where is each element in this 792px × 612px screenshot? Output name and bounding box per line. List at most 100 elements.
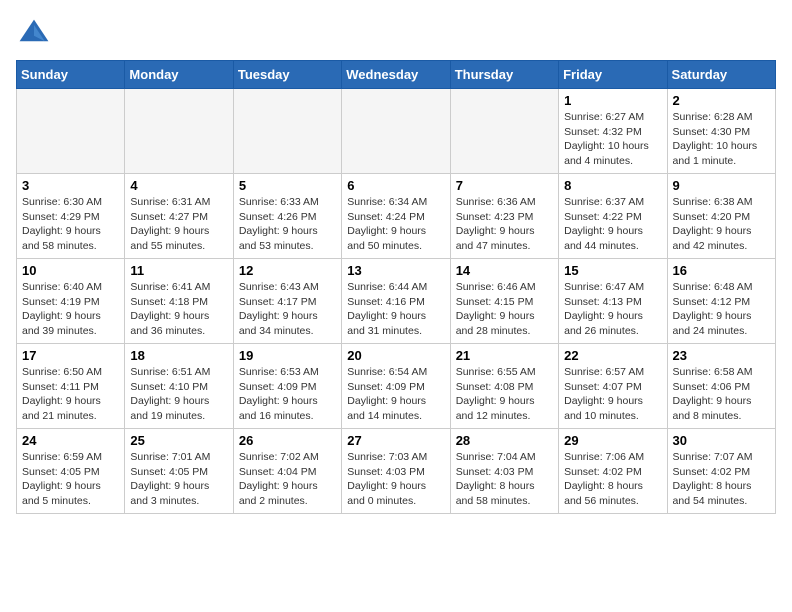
- calendar-cell: [450, 89, 558, 174]
- day-info: Sunrise: 6:46 AM Sunset: 4:15 PM Dayligh…: [456, 280, 553, 339]
- day-info: Sunrise: 6:27 AM Sunset: 4:32 PM Dayligh…: [564, 110, 661, 169]
- day-number: 15: [564, 263, 661, 278]
- calendar-cell: 30 Sunrise: 7:07 AM Sunset: 4:02 PM Dayli…: [667, 429, 775, 514]
- weekday-header-monday: Monday: [125, 61, 233, 89]
- calendar-cell: 25Sunrise: 7:01 AM Sunset: 4:05 PM Dayli…: [125, 429, 233, 514]
- calendar-cell: 8 Sunrise: 6:37 AM Sunset: 4:22 PM Daylig…: [559, 174, 667, 259]
- day-info: Sunrise: 6:34 AM Sunset: 4:24 PM Dayligh…: [347, 195, 444, 254]
- calendar-cell: 11 Sunrise: 6:41 AM Sunset: 4:18 PM Dayli…: [125, 259, 233, 344]
- calendar-cell: 14 Sunrise: 6:46 AM Sunset: 4:15 PM Dayli…: [450, 259, 558, 344]
- day-info: Sunrise: 6:37 AM Sunset: 4:22 PM Dayligh…: [564, 195, 661, 254]
- day-info: Sunrise: 6:53 AM Sunset: 4:09 PM Dayligh…: [239, 365, 336, 424]
- day-number: 28: [456, 433, 553, 448]
- day-number: 17: [22, 348, 119, 363]
- weekday-header-sunday: Sunday: [17, 61, 125, 89]
- day-info: Sunrise: 6:40 AM Sunset: 4:19 PM Dayligh…: [22, 280, 119, 339]
- weekday-header-friday: Friday: [559, 61, 667, 89]
- weekday-header-row: SundayMondayTuesdayWednesdayThursdayFrid…: [17, 61, 776, 89]
- day-number: 20: [347, 348, 444, 363]
- day-number: 29: [564, 433, 661, 448]
- calendar-cell: 22Sunrise: 6:57 AM Sunset: 4:07 PM Dayli…: [559, 344, 667, 429]
- calendar-cell: [342, 89, 450, 174]
- day-info: Sunrise: 6:59 AM Sunset: 4:05 PM Dayligh…: [22, 450, 119, 509]
- day-number: 10: [22, 263, 119, 278]
- day-number: 14: [456, 263, 553, 278]
- day-info: Sunrise: 6:55 AM Sunset: 4:08 PM Dayligh…: [456, 365, 553, 424]
- day-number: 7: [456, 178, 553, 193]
- calendar-cell: 18 Sunrise: 6:51 AM Sunset: 4:10 PM Dayli…: [125, 344, 233, 429]
- calendar-cell: 15 Sunrise: 6:47 AM Sunset: 4:13 PM Dayli…: [559, 259, 667, 344]
- logo: [16, 16, 56, 52]
- calendar-week-3: 10 Sunrise: 6:40 AM Sunset: 4:19 PM Dayli…: [17, 259, 776, 344]
- day-info: Sunrise: 6:57 AM Sunset: 4:07 PM Dayligh…: [564, 365, 661, 424]
- header: [16, 16, 776, 52]
- calendar-cell: 17 Sunrise: 6:50 AM Sunset: 4:11 PM Dayli…: [17, 344, 125, 429]
- calendar-cell: 23 Sunrise: 6:58 AM Sunset: 4:06 PM Dayli…: [667, 344, 775, 429]
- day-info: Sunrise: 7:03 AM Sunset: 4:03 PM Dayligh…: [347, 450, 444, 509]
- calendar-cell: 20 Sunrise: 6:54 AM Sunset: 4:09 PM Dayli…: [342, 344, 450, 429]
- day-number: 26: [239, 433, 336, 448]
- day-number: 19: [239, 348, 336, 363]
- calendar-cell: [125, 89, 233, 174]
- calendar-week-1: 1Sunrise: 6:27 AM Sunset: 4:32 PM Daylig…: [17, 89, 776, 174]
- day-info: Sunrise: 6:44 AM Sunset: 4:16 PM Dayligh…: [347, 280, 444, 339]
- calendar-week-2: 3 Sunrise: 6:30 AM Sunset: 4:29 PM Daylig…: [17, 174, 776, 259]
- calendar-table: SundayMondayTuesdayWednesdayThursdayFrid…: [16, 60, 776, 514]
- day-number: 16: [673, 263, 770, 278]
- calendar-cell: 5 Sunrise: 6:33 AM Sunset: 4:26 PM Daylig…: [233, 174, 341, 259]
- day-number: 3: [22, 178, 119, 193]
- calendar-cell: 2 Sunrise: 6:28 AM Sunset: 4:30 PM Daylig…: [667, 89, 775, 174]
- day-number: 8: [564, 178, 661, 193]
- day-number: 21: [456, 348, 553, 363]
- day-info: Sunrise: 6:58 AM Sunset: 4:06 PM Dayligh…: [673, 365, 770, 424]
- calendar-cell: 9 Sunrise: 6:38 AM Sunset: 4:20 PM Daylig…: [667, 174, 775, 259]
- calendar-cell: 10 Sunrise: 6:40 AM Sunset: 4:19 PM Dayli…: [17, 259, 125, 344]
- weekday-header-wednesday: Wednesday: [342, 61, 450, 89]
- day-number: 18: [130, 348, 227, 363]
- day-info: Sunrise: 6:51 AM Sunset: 4:10 PM Dayligh…: [130, 365, 227, 424]
- calendar-cell: 19 Sunrise: 6:53 AM Sunset: 4:09 PM Dayli…: [233, 344, 341, 429]
- day-info: Sunrise: 6:28 AM Sunset: 4:30 PM Dayligh…: [673, 110, 770, 169]
- weekday-header-tuesday: Tuesday: [233, 61, 341, 89]
- calendar-cell: 3 Sunrise: 6:30 AM Sunset: 4:29 PM Daylig…: [17, 174, 125, 259]
- day-number: 23: [673, 348, 770, 363]
- day-info: Sunrise: 6:36 AM Sunset: 4:23 PM Dayligh…: [456, 195, 553, 254]
- day-info: Sunrise: 7:02 AM Sunset: 4:04 PM Dayligh…: [239, 450, 336, 509]
- day-number: 25: [130, 433, 227, 448]
- day-number: 2: [673, 93, 770, 108]
- day-number: 24: [22, 433, 119, 448]
- calendar-cell: 24 Sunrise: 6:59 AM Sunset: 4:05 PM Dayli…: [17, 429, 125, 514]
- day-info: Sunrise: 7:07 AM Sunset: 4:02 PM Dayligh…: [673, 450, 770, 509]
- calendar-cell: 7 Sunrise: 6:36 AM Sunset: 4:23 PM Daylig…: [450, 174, 558, 259]
- day-number: 6: [347, 178, 444, 193]
- calendar-cell: 1Sunrise: 6:27 AM Sunset: 4:32 PM Daylig…: [559, 89, 667, 174]
- day-number: 13: [347, 263, 444, 278]
- calendar-cell: 27Sunrise: 7:03 AM Sunset: 4:03 PM Dayli…: [342, 429, 450, 514]
- logo-icon: [16, 16, 52, 52]
- calendar-cell: 21 Sunrise: 6:55 AM Sunset: 4:08 PM Dayli…: [450, 344, 558, 429]
- day-info: Sunrise: 6:30 AM Sunset: 4:29 PM Dayligh…: [22, 195, 119, 254]
- day-number: 11: [130, 263, 227, 278]
- day-info: Sunrise: 6:43 AM Sunset: 4:17 PM Dayligh…: [239, 280, 336, 339]
- weekday-header-thursday: Thursday: [450, 61, 558, 89]
- calendar-cell: 29Sunrise: 7:06 AM Sunset: 4:02 PM Dayli…: [559, 429, 667, 514]
- weekday-header-saturday: Saturday: [667, 61, 775, 89]
- day-info: Sunrise: 6:48 AM Sunset: 4:12 PM Dayligh…: [673, 280, 770, 339]
- day-number: 5: [239, 178, 336, 193]
- calendar-cell: 13 Sunrise: 6:44 AM Sunset: 4:16 PM Dayli…: [342, 259, 450, 344]
- day-info: Sunrise: 6:50 AM Sunset: 4:11 PM Dayligh…: [22, 365, 119, 424]
- day-info: Sunrise: 6:41 AM Sunset: 4:18 PM Dayligh…: [130, 280, 227, 339]
- calendar-week-5: 24 Sunrise: 6:59 AM Sunset: 4:05 PM Dayli…: [17, 429, 776, 514]
- calendar-cell: 16 Sunrise: 6:48 AM Sunset: 4:12 PM Dayli…: [667, 259, 775, 344]
- day-number: 9: [673, 178, 770, 193]
- calendar-cell: [17, 89, 125, 174]
- day-info: Sunrise: 6:33 AM Sunset: 4:26 PM Dayligh…: [239, 195, 336, 254]
- day-number: 12: [239, 263, 336, 278]
- day-number: 30: [673, 433, 770, 448]
- day-info: Sunrise: 6:38 AM Sunset: 4:20 PM Dayligh…: [673, 195, 770, 254]
- day-number: 4: [130, 178, 227, 193]
- day-info: Sunrise: 6:47 AM Sunset: 4:13 PM Dayligh…: [564, 280, 661, 339]
- calendar-cell: 28Sunrise: 7:04 AM Sunset: 4:03 PM Dayli…: [450, 429, 558, 514]
- calendar-cell: 26 Sunrise: 7:02 AM Sunset: 4:04 PM Dayli…: [233, 429, 341, 514]
- day-info: Sunrise: 6:54 AM Sunset: 4:09 PM Dayligh…: [347, 365, 444, 424]
